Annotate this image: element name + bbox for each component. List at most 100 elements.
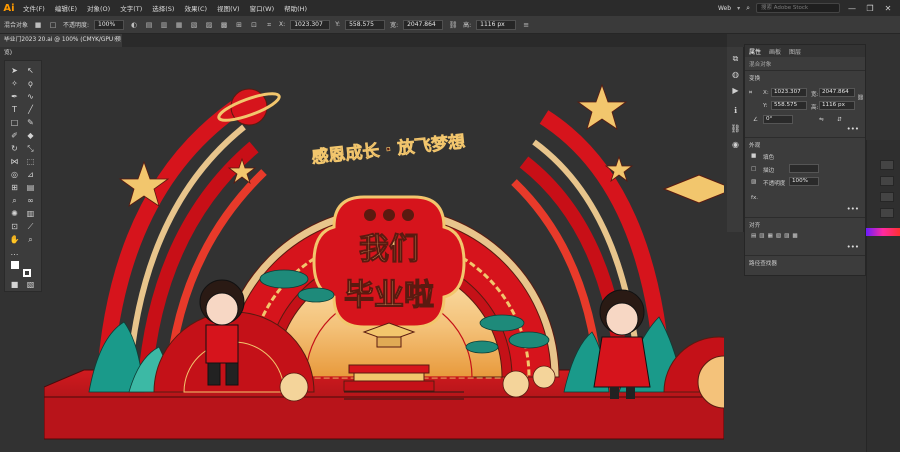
- gradient-icon[interactable]: ▤: [25, 182, 36, 193]
- menu-edit[interactable]: 编辑(E): [50, 3, 82, 13]
- tab-artboards[interactable]: 画板: [769, 47, 781, 56]
- props-x-field[interactable]: 1023.307: [771, 88, 807, 97]
- swatch-slot[interactable]: [880, 192, 894, 202]
- color-mode-icon[interactable]: ■: [9, 279, 20, 290]
- close-tab-icon[interactable]: ×: [113, 34, 118, 47]
- menu-effect[interactable]: 效果(C): [179, 3, 212, 13]
- align-bottom-icon[interactable]: ▩: [219, 20, 229, 30]
- fx-button[interactable]: fx.: [751, 195, 758, 201]
- stroke-swatch-icon[interactable]: □: [751, 166, 756, 172]
- appearance-more-icon[interactable]: •••: [847, 205, 859, 213]
- gradient-mode-icon[interactable]: ▧: [25, 279, 36, 290]
- direct-selection-tool-icon[interactable]: ↖: [25, 65, 36, 76]
- align-center-icon[interactable]: ▥: [159, 20, 169, 30]
- line-tool-icon[interactable]: ╱: [25, 104, 36, 115]
- recolor-icon[interactable]: ◐: [129, 20, 139, 30]
- flip-horizontal-icon[interactable]: ⇋: [819, 117, 824, 123]
- props-y-field[interactable]: 558.575: [771, 101, 807, 110]
- color-icon[interactable]: ◍: [730, 69, 741, 80]
- opacity-field[interactable]: 100%: [94, 19, 125, 30]
- hand-tool-icon[interactable]: ✋: [9, 234, 20, 245]
- distribute-icon[interactable]: ⊞: [234, 20, 244, 30]
- tab-properties[interactable]: 属性: [749, 47, 761, 56]
- curvature-icon[interactable]: ∿: [25, 91, 36, 102]
- slice-tool-icon[interactable]: ⟋: [25, 221, 36, 232]
- align-buttons-icon[interactable]: ▤▥▦▧▨▩: [751, 233, 801, 239]
- perspective-icon[interactable]: ⊿: [25, 169, 36, 180]
- graph-tool-icon[interactable]: ▥: [25, 208, 36, 219]
- type-tool-icon[interactable]: T: [9, 104, 20, 115]
- align-left-icon[interactable]: ▤: [144, 20, 154, 30]
- transform-icon[interactable]: ⊡: [249, 20, 259, 30]
- constrain-link-icon[interactable]: ⛓: [857, 95, 864, 101]
- selection-tool-icon[interactable]: ➤: [9, 65, 20, 76]
- eraser-icon[interactable]: ◆: [25, 130, 36, 141]
- rotate-icon[interactable]: ↻: [9, 143, 20, 154]
- mesh-icon[interactable]: ⊞: [9, 182, 20, 193]
- chevron-down-icon[interactable]: ▾: [737, 5, 740, 12]
- align-right-icon[interactable]: ▦: [174, 20, 184, 30]
- pen-tool-icon[interactable]: ✒: [9, 91, 20, 102]
- transform-more-icon[interactable]: •••: [847, 125, 859, 133]
- close-window-button[interactable]: ✕: [882, 4, 894, 13]
- w-field[interactable]: 2047.864: [403, 19, 444, 30]
- links-icon[interactable]: ⛓: [730, 123, 741, 134]
- menu-object[interactable]: 对象(O): [82, 3, 115, 13]
- menu-select[interactable]: 选择(S): [147, 3, 179, 13]
- menu-type[interactable]: 文字(T): [115, 3, 147, 13]
- props-h-field[interactable]: 1116 px: [819, 101, 855, 110]
- menu-file[interactable]: 文件(F): [18, 3, 50, 13]
- opacity-field[interactable]: 100%: [789, 177, 819, 186]
- menu-window[interactable]: 窗口(W): [245, 3, 280, 13]
- workspace-switcher[interactable]: Web: [718, 5, 731, 12]
- zoom-tool-icon[interactable]: ⌕: [25, 234, 36, 245]
- brushes-icon[interactable]: ◉: [730, 139, 741, 150]
- paintbrush-icon[interactable]: ✎: [25, 117, 36, 128]
- swatch-slot[interactable]: [880, 208, 894, 218]
- stroke-weight-field[interactable]: [789, 164, 819, 173]
- canvas[interactable]: 感恩成长 · 放飞梦想 我们 毕业啦: [44, 47, 724, 452]
- menu-help[interactable]: 帮助(H): [279, 3, 312, 13]
- info-icon[interactable]: ℹ: [730, 105, 741, 116]
- shape-builder-icon[interactable]: ◎: [9, 169, 20, 180]
- blend-icon[interactable]: ∞: [25, 195, 36, 206]
- tab-layers[interactable]: 图层: [789, 47, 801, 56]
- play-icon[interactable]: ▶: [730, 85, 741, 96]
- h-field[interactable]: 1116 px: [476, 19, 517, 30]
- fill-swatch-icon[interactable]: ■: [33, 20, 43, 30]
- minimize-button[interactable]: —: [846, 4, 858, 13]
- fill-swatch-icon[interactable]: ■: [751, 153, 756, 159]
- fill-icon[interactable]: [9, 261, 20, 272]
- libraries-icon[interactable]: ⧉: [730, 53, 741, 64]
- width-tool-icon[interactable]: ⋈: [9, 156, 20, 167]
- scale-icon[interactable]: ⤡: [25, 143, 36, 154]
- align-top-icon[interactable]: ▧: [189, 20, 199, 30]
- gradient-swatch[interactable]: [866, 228, 900, 236]
- free-transform-icon[interactable]: ⬚: [25, 156, 36, 167]
- shaper-icon[interactable]: ✐: [9, 130, 20, 141]
- swatch-slot[interactable]: [880, 176, 894, 186]
- props-w-field[interactable]: 2047.864: [819, 88, 855, 97]
- align-more-icon[interactable]: •••: [847, 243, 859, 251]
- y-field[interactable]: 558.575: [345, 19, 386, 30]
- flip-vertical-icon[interactable]: ⇵: [837, 117, 842, 123]
- search-icon[interactable]: ⌕: [746, 4, 750, 13]
- align-middle-icon[interactable]: ▨: [204, 20, 214, 30]
- document-tab[interactable]: 毕业门2023 20.ai @ 100% (CMYK/GPU 预览) ×: [0, 34, 122, 56]
- stock-search-input[interactable]: 搜索 Adobe Stock: [756, 3, 840, 13]
- menu-icon[interactable]: ≡: [521, 20, 531, 30]
- artboard-tool-icon[interactable]: ⊡: [9, 221, 20, 232]
- menu-view[interactable]: 视图(V): [212, 3, 245, 13]
- symbol-sprayer-icon[interactable]: ✺: [9, 208, 20, 219]
- swatch-slot[interactable]: [880, 160, 894, 170]
- edit-toolbar-icon[interactable]: …: [9, 247, 20, 258]
- lasso-icon[interactable]: ϙ: [25, 78, 36, 89]
- stroke-swatch-icon[interactable]: □: [48, 20, 58, 30]
- reference-point-icon[interactable]: ⌗: [264, 20, 274, 30]
- angle-field[interactable]: 0°: [763, 115, 793, 124]
- link-icon[interactable]: ⛓: [448, 20, 458, 30]
- rectangle-tool-icon[interactable]: □: [9, 117, 20, 128]
- magic-wand-icon[interactable]: ✧: [9, 78, 20, 89]
- reference-point-icon[interactable]: ⌗: [749, 90, 752, 97]
- eyedropper-icon[interactable]: ⌕: [9, 195, 20, 206]
